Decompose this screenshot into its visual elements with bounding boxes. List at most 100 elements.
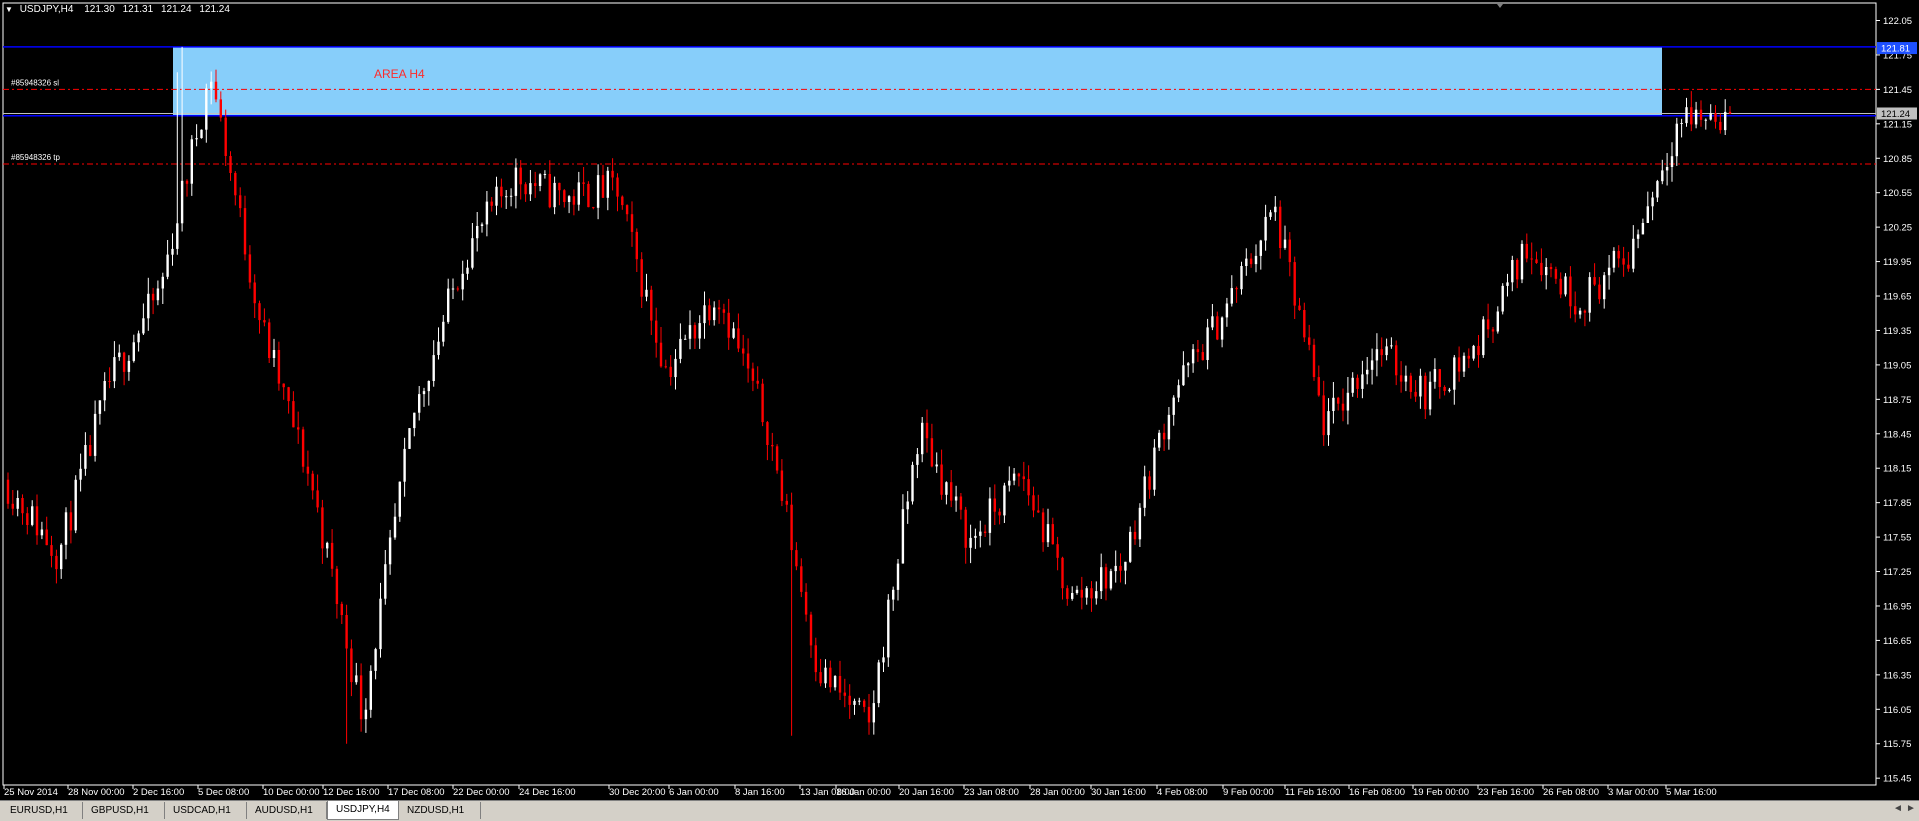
candle-body (1569, 276, 1572, 307)
candle (31, 500, 34, 527)
candle-body (693, 325, 697, 339)
candle (746, 338, 750, 383)
candle (921, 417, 924, 463)
candle-body (1182, 365, 1185, 386)
candle-body (519, 167, 522, 185)
time-axis-label: 2 Dec 16:00 (133, 787, 184, 798)
candle (887, 594, 890, 667)
candle (45, 516, 48, 546)
zone-rectangle[interactable] (173, 46, 1662, 116)
candle (384, 550, 387, 605)
candle-body (490, 201, 493, 206)
candle-body (1361, 374, 1364, 389)
tab-gbpusd-h1[interactable]: GBPUSD,H1 (83, 802, 165, 819)
candle-body (1404, 375, 1408, 382)
candle (1346, 377, 1350, 425)
candle-body (843, 692, 846, 696)
time-axis-label: 8 Jan 16:00 (735, 787, 785, 798)
candle-body (476, 226, 479, 239)
chart-shift-marker-icon[interactable] (1497, 4, 1503, 8)
candle (1675, 117, 1678, 166)
candle-body (359, 675, 363, 720)
candle (1071, 586, 1074, 601)
candle (340, 601, 343, 624)
candle-body (901, 509, 905, 564)
candle-body (161, 276, 164, 289)
candle (800, 558, 803, 598)
candle (6, 472, 10, 509)
time-axis-label: 23 Feb 16:00 (1478, 787, 1534, 798)
candle-body (896, 563, 900, 590)
candle-body (1138, 507, 1142, 540)
candle-body (6, 479, 10, 504)
candle (1153, 439, 1156, 496)
candle-body (1129, 531, 1132, 562)
candle (1728, 106, 1732, 115)
chart-menu-arrow-icon[interactable]: ▼ (5, 5, 13, 14)
candle-body (1370, 360, 1374, 370)
candle (248, 245, 252, 289)
candle-body (867, 706, 871, 723)
candle-body (16, 498, 19, 509)
candle (664, 359, 667, 369)
candle-body (1235, 288, 1238, 290)
candle-body (1162, 432, 1166, 440)
candle-body (485, 201, 489, 225)
tab-scroll-right-icon[interactable]: ► (1906, 803, 1916, 814)
tab-audusd-h1[interactable]: AUDUSD,H1 (247, 802, 327, 819)
candle (901, 494, 905, 564)
candle (611, 158, 614, 191)
price-axis-label: 115.45 (1883, 774, 1911, 785)
candle (882, 646, 885, 672)
candle (258, 300, 261, 334)
candle (451, 278, 455, 299)
candle-body (277, 350, 281, 384)
time-axis-label: 24 Dec 16:00 (519, 787, 576, 798)
candle (456, 286, 459, 292)
candle (243, 195, 247, 261)
tab-usdcad-h1[interactable]: USDCAD,H1 (165, 802, 247, 819)
candle-body (1578, 310, 1582, 315)
tab-scroll-left-icon[interactable]: ◄ (1893, 803, 1903, 814)
candle (1308, 324, 1311, 351)
tab-nzdusd-h1[interactable]: NZDUSD,H1 (399, 802, 481, 819)
price-chart[interactable]: AREA H4 #85948326 sl #85948326 sell 0.10 #8… (0, 0, 1919, 800)
candle-body (684, 338, 687, 340)
candle (761, 378, 764, 427)
candle-body (1027, 479, 1030, 496)
candle (1588, 272, 1591, 322)
order-level-label: #85948326 sell 0.10 (11, 102, 84, 111)
candle (113, 341, 116, 389)
candle (1312, 338, 1316, 381)
candle-body (766, 422, 769, 445)
candle-body (819, 672, 822, 684)
tab-eurusd-h1[interactable]: EURUSD,H1 (2, 802, 83, 819)
candle (1404, 365, 1408, 392)
candle (630, 201, 634, 247)
candle-body (1709, 113, 1712, 120)
candle-body (1066, 588, 1069, 599)
candle-body (1041, 512, 1045, 543)
candle (1075, 585, 1079, 595)
candle-body (1356, 377, 1359, 389)
candle-body (1699, 109, 1703, 120)
tab-usdjpy-h4[interactable]: USDJPY,H4 (327, 801, 399, 820)
candle (388, 529, 392, 575)
candle (161, 272, 164, 304)
candle (771, 432, 774, 461)
candle (1061, 556, 1064, 600)
candle-body (911, 464, 914, 502)
candle-body (882, 657, 885, 663)
candle (224, 109, 227, 166)
time-axis-label: 16 Feb 08:00 (1349, 787, 1405, 798)
candle (742, 334, 745, 366)
candle-body (1559, 278, 1562, 295)
candle (1428, 371, 1432, 416)
candle-body (790, 504, 793, 551)
candle (355, 662, 358, 685)
candle (983, 524, 987, 537)
candle-body (1530, 258, 1533, 260)
candle-body (1656, 181, 1659, 198)
chart-window[interactable]: AREA H4 #85948326 sl #85948326 sell 0.10 #8… (0, 0, 1919, 800)
candle-body (1438, 369, 1441, 387)
